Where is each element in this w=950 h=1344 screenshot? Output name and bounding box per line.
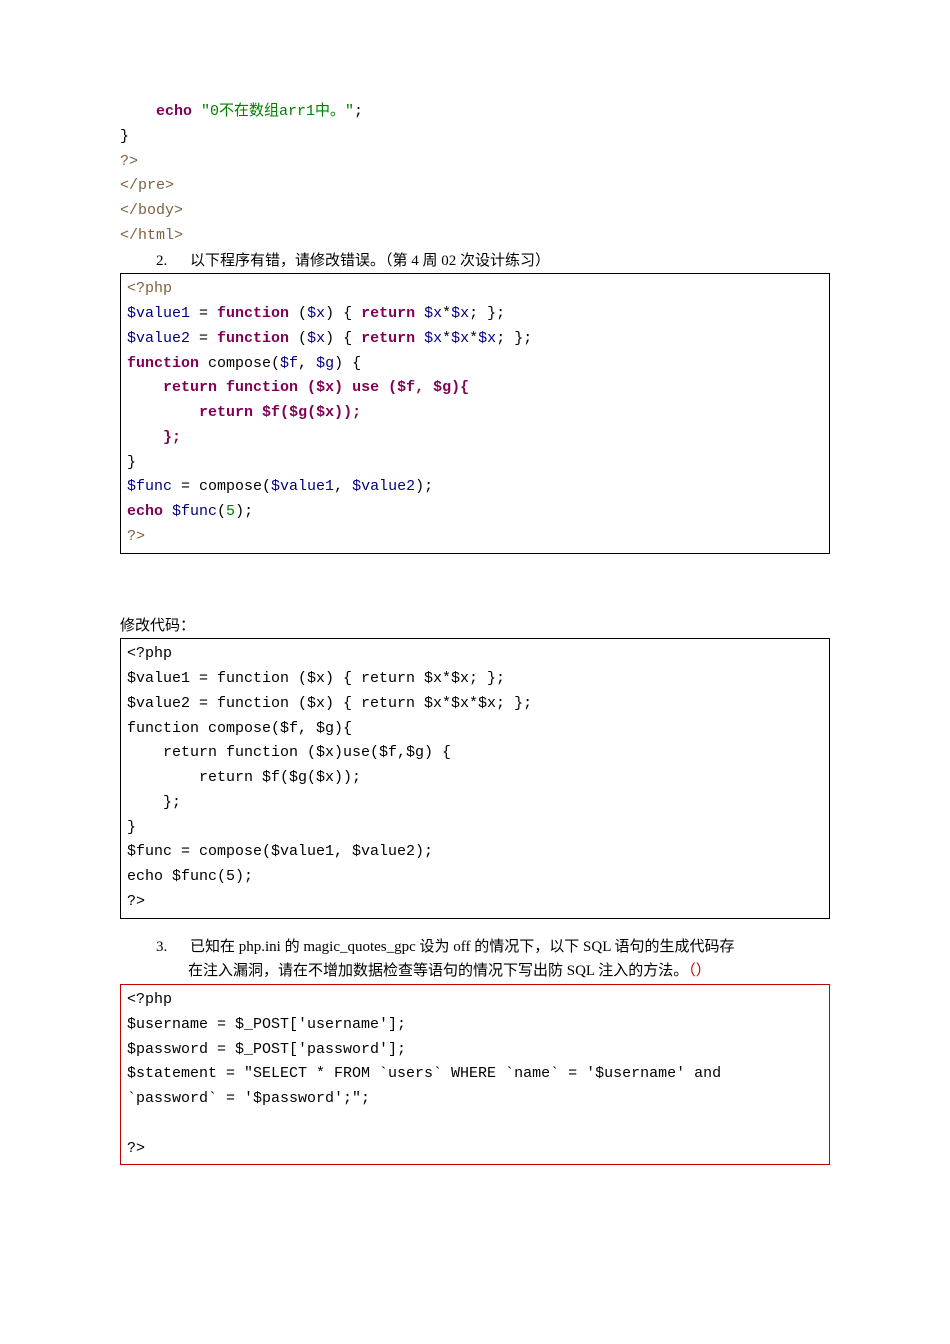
code-line: } [120,128,129,145]
red-paren: （） [688,963,711,979]
code-line: $username = $_POST['username']; [127,1016,406,1033]
code-line: ?> [127,1140,145,1157]
code-line: return $f($g($x)); [127,404,361,421]
code-line: $password = $_POST['password']; [127,1041,406,1058]
code-line: $statement = "SELECT * FROM `users` WHER… [127,1065,721,1082]
code-line: $value1 = function ($x) { return $x*$x; … [127,670,505,687]
code-line: $value1 = function ($x) { return $x*$x; … [127,305,505,322]
string: "0不在数组arr1中。" [201,103,354,120]
html-tag: </pre> [120,177,174,194]
code-line: echo "0不在数组arr1中。"; [120,103,363,120]
code-line: }; [127,429,181,446]
code-line: function compose($f, $g){ [127,720,352,737]
question-3: 3.已知在 php.ini 的 magic_quotes_gpc 设为 off … [120,935,830,960]
code-line: return function ($x)use($f,$g) { [127,744,451,761]
html-tag: </html> [120,227,183,244]
code-line: $value2 = function ($x) { return $x*$x*$… [127,330,532,347]
code-line: } [127,454,136,471]
php-close: ?> [120,153,138,170]
document-page: echo "0不在数组arr1中。"; } ?> </pre> </body> … [0,0,950,1225]
code-line: function compose($f, $g) { [127,355,361,372]
code-line: <?php [127,991,172,1008]
code-line: } [127,819,136,836]
code-line: return $f($g($x)); [127,769,361,786]
question-text-line2: 在注入漏洞，请在不增加数据检查等语句的情况下写出防 SQL 注入的方法。 [188,963,688,979]
kw-echo: echo [156,103,201,120]
code-line: $value2 = function ($x) { return $x*$x*$… [127,695,532,712]
code-line: }; [127,794,181,811]
question-2: 2.以下程序有错，请修改错误。（第 4 周 02 次设计练习） [120,249,830,274]
code-fragment-1: echo "0不在数组arr1中。"; } ?> </pre> </body> … [120,100,830,249]
label-fixed-code: 修改代码： [120,614,830,639]
php-open: <?php [127,280,172,297]
code-box-2: <?php $value1 = function ($x) { return $… [120,273,830,553]
code-line: echo $func(5); [127,503,253,520]
question-text-line1: 已知在 php.ini 的 magic_quotes_gpc 设为 off 的情… [190,939,735,955]
code-line: ?> [127,893,145,910]
code-box-3: <?php $value1 = function ($x) { return $… [120,638,830,918]
code-line: $func = compose($value1, $value2); [127,478,433,495]
list-number: 3. [156,935,190,960]
php-close: ?> [127,528,145,545]
code-line: $func = compose($value1, $value2); [127,843,433,860]
html-tag: </body> [120,202,183,219]
code-line: return function ($x) use ($f, $g){ [127,379,469,396]
code-line: `password` = '$password';"; [127,1090,370,1107]
code-line: echo $func(5); [127,868,253,885]
list-number: 2. [156,249,190,274]
question-3-cont: 在注入漏洞，请在不增加数据检查等语句的情况下写出防 SQL 注入的方法。（） [120,959,830,984]
question-text: 以下程序有错，请修改错误。（第 4 周 02 次设计练习） [190,253,550,269]
code-line: <?php [127,645,172,662]
code-box-4: <?php $username = $_POST['username']; $p… [120,984,830,1165]
